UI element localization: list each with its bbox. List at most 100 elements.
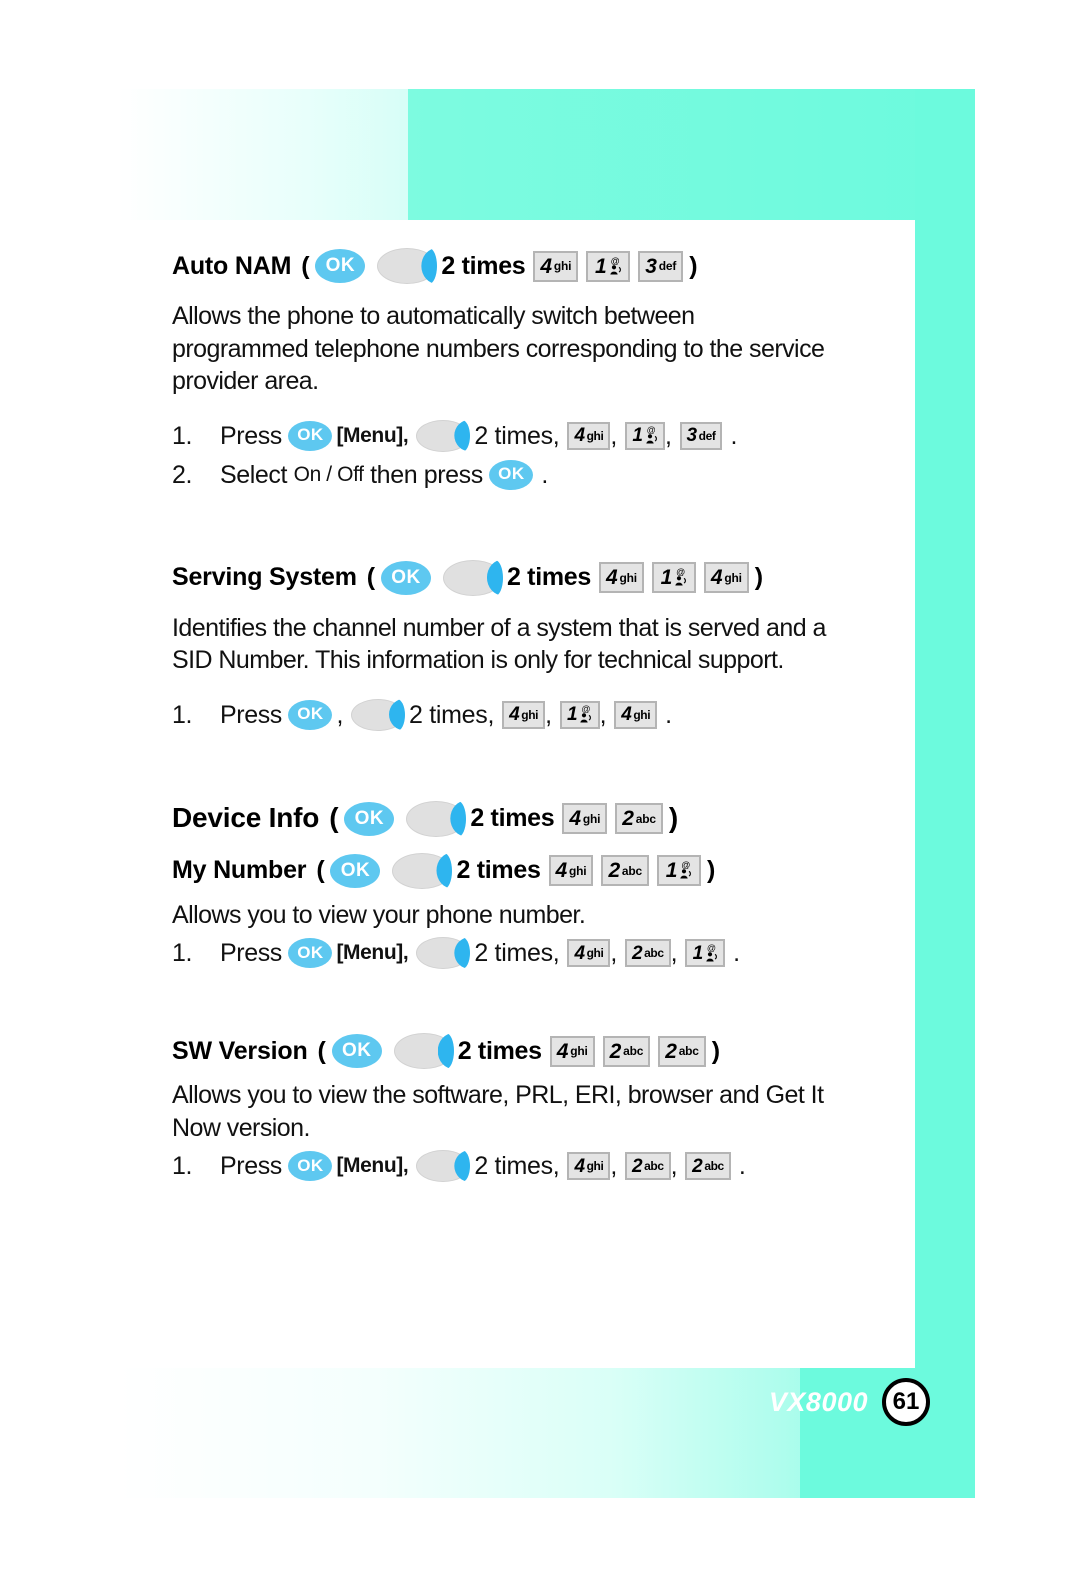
keypad-key-4[interactable]: 4 ghi bbox=[567, 421, 611, 450]
keypad-key-1[interactable]: 1 @ bbox=[624, 421, 665, 450]
key-digit: 4 bbox=[574, 425, 585, 446]
key-digit: 2 bbox=[609, 1039, 622, 1063]
nav-right-arrow-icon[interactable] bbox=[416, 937, 471, 969]
keypad-key-2[interactable]: 2 abc bbox=[615, 803, 663, 834]
ok-button-icon[interactable]: OK bbox=[288, 1151, 333, 1181]
vertical-spacer bbox=[172, 284, 892, 300]
key-letters: ghi bbox=[633, 707, 651, 722]
menu-label: [Menu], bbox=[336, 1154, 409, 1178]
voicemail-icon: @ bbox=[674, 568, 687, 586]
ok-button-icon[interactable]: OK bbox=[288, 699, 333, 730]
ok-button-icon[interactable]: OK bbox=[330, 853, 381, 888]
vertical-spacer bbox=[172, 1069, 892, 1079]
two-times-label: 2 times, bbox=[474, 939, 560, 967]
at-symbol: @ bbox=[681, 860, 691, 870]
keypad-key-4[interactable]: 4 ghi bbox=[599, 562, 644, 593]
description-line: Now version. bbox=[172, 1113, 310, 1142]
keypad-key-2[interactable]: 2 abc bbox=[624, 939, 671, 967]
ok-button-icon[interactable]: OK bbox=[380, 560, 431, 595]
then-press-label: then press bbox=[363, 460, 490, 489]
press-label: Press bbox=[220, 1152, 289, 1180]
vertical-spacer bbox=[172, 677, 892, 699]
key-letters: ghi bbox=[619, 570, 637, 585]
nav-right-arrow-icon[interactable] bbox=[416, 419, 471, 452]
person-speaking-icon bbox=[645, 434, 657, 444]
step-row: 1. Press OK [Menu], 2 times, 4 ghi, 2 abc, 2 abc. bbox=[172, 1150, 892, 1182]
nav-right-arrow-icon[interactable] bbox=[392, 852, 453, 889]
nav-right-arrow-icon[interactable] bbox=[351, 698, 405, 731]
keypad-key-2[interactable]: 2 abc bbox=[602, 1035, 651, 1067]
key-digit: 2 bbox=[665, 1039, 677, 1063]
key-letters: ghi bbox=[553, 259, 572, 273]
key-letters: abc bbox=[623, 1044, 644, 1058]
two-times-label: 2 times, bbox=[409, 700, 495, 729]
key-digit: 2 bbox=[692, 1155, 703, 1177]
model-name: VX8000 bbox=[768, 1386, 868, 1417]
keypad-key-2[interactable]: 2 abc bbox=[601, 855, 649, 886]
press-label: Press bbox=[220, 421, 289, 450]
keypad-key-2[interactable]: 2 abc bbox=[658, 1035, 706, 1067]
keypad-key-1[interactable]: 1 @ bbox=[657, 855, 701, 886]
key-letters: ghi bbox=[724, 570, 742, 585]
keypad-key-4[interactable]: 4 ghi bbox=[562, 803, 608, 834]
section-title: Auto NAM bbox=[172, 251, 292, 280]
keypad-key-4[interactable]: 4 ghi bbox=[614, 700, 658, 729]
ok-button-icon[interactable]: OK bbox=[288, 938, 333, 968]
nav-right-arrow-icon[interactable] bbox=[377, 248, 438, 284]
description-line: programmed telephone numbers correspondi… bbox=[172, 334, 825, 363]
key-digit: 1 bbox=[665, 859, 678, 882]
voicemail-icon: @ bbox=[645, 426, 658, 444]
comma: , bbox=[336, 700, 343, 729]
person-speaking-icon bbox=[680, 869, 692, 879]
ok-button-icon[interactable]: OK bbox=[288, 420, 333, 451]
key-letters: ghi bbox=[586, 946, 604, 960]
press-label: Press bbox=[220, 700, 289, 729]
key-digit: 1 bbox=[567, 704, 578, 725]
keypad-key-4[interactable]: 4 ghi bbox=[549, 1035, 595, 1067]
key-letters: abc bbox=[678, 1044, 699, 1058]
nav-right-arrow-icon[interactable] bbox=[393, 1033, 454, 1069]
keypad-key-3[interactable]: 3 def bbox=[638, 250, 684, 282]
key-digit: 4 bbox=[509, 704, 520, 725]
key-digit: 4 bbox=[606, 566, 618, 589]
person-speaking-icon bbox=[675, 576, 687, 586]
section-heading-my-number: My Number(OK 2 times 4 ghi 2 abc 1 @) bbox=[172, 852, 892, 889]
keypad-key-3[interactable]: 3 def bbox=[679, 421, 723, 450]
at-symbol: @ bbox=[610, 255, 620, 266]
keypad-key-1[interactable]: 1 @ bbox=[559, 700, 600, 729]
section-title: SW Version bbox=[172, 1036, 308, 1065]
menu-label: [Menu], bbox=[336, 423, 409, 447]
voicemail-icon: @ bbox=[579, 705, 592, 723]
close-paren: ) bbox=[711, 1036, 720, 1065]
keypad-key-4[interactable]: 4 ghi bbox=[703, 562, 749, 593]
nav-right-arrow-icon[interactable] bbox=[416, 1150, 471, 1182]
voicemail-icon: @ bbox=[609, 255, 622, 275]
keypad-key-1[interactable]: 1 @ bbox=[586, 250, 631, 282]
nav-right-arrow-icon[interactable] bbox=[442, 559, 503, 596]
close-paren: ) bbox=[689, 251, 698, 280]
key-digit: 2 bbox=[622, 807, 634, 830]
keypad-key-1[interactable]: 1 @ bbox=[685, 939, 726, 967]
top-teal-band-solid bbox=[408, 89, 975, 220]
page-number: 61 bbox=[882, 1378, 930, 1426]
two-times-label: 2 times bbox=[457, 1036, 542, 1065]
keypad-key-4[interactable]: 4 ghi bbox=[567, 1152, 611, 1180]
nav-right-arrow-icon[interactable] bbox=[406, 800, 467, 837]
keypad-key-4[interactable]: 4 ghi bbox=[502, 700, 546, 729]
ok-button-icon[interactable]: OK bbox=[489, 459, 534, 490]
keypad-key-2[interactable]: 2 abc bbox=[624, 1152, 671, 1180]
ok-button-icon[interactable]: OK bbox=[331, 1034, 382, 1068]
ok-button-icon[interactable]: OK bbox=[344, 801, 395, 836]
voicemail-icon: @ bbox=[705, 943, 718, 962]
keypad-key-4[interactable]: 4 ghi bbox=[567, 939, 611, 967]
right-teal-strip bbox=[915, 89, 975, 1498]
keypad-key-4[interactable]: 4 ghi bbox=[548, 855, 594, 886]
keypad-key-2[interactable]: 2 abc bbox=[685, 1152, 731, 1180]
keypad-key-1[interactable]: 1 @ bbox=[651, 562, 696, 593]
period: . bbox=[733, 939, 740, 967]
key-letters: ghi bbox=[586, 428, 604, 443]
key-letters: abc bbox=[621, 863, 642, 878]
ok-button-icon[interactable]: OK bbox=[315, 249, 366, 283]
key-letters: ghi bbox=[582, 811, 601, 826]
keypad-key-4[interactable]: 4 ghi bbox=[533, 250, 579, 282]
